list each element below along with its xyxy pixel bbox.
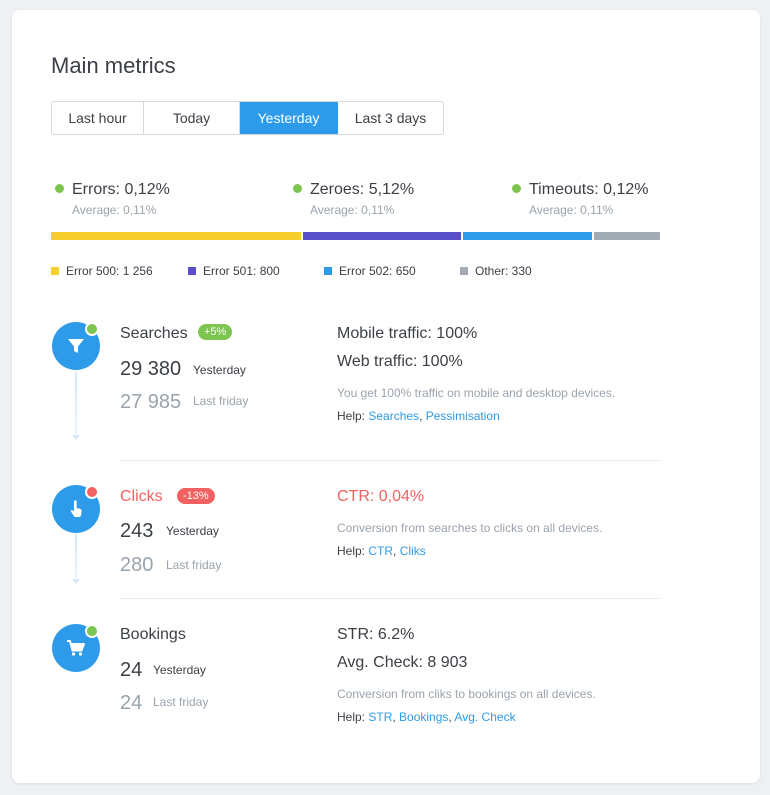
hand-pointer-icon xyxy=(70,500,82,517)
filter-icon xyxy=(68,339,84,353)
bar-segment-error-501 xyxy=(302,232,462,240)
legend-swatch xyxy=(51,267,59,275)
bookings-previous-label: Last friday xyxy=(153,695,209,709)
time-range-tabs: Last hour Today Yesterday Last 3 days xyxy=(51,101,444,135)
help-link-ctr[interactable]: CTR xyxy=(368,544,393,558)
flow-connector xyxy=(75,534,77,578)
searches-status-dot xyxy=(85,322,99,336)
flow-connector xyxy=(75,372,77,434)
kpi-label: Zeroes: 5,12% xyxy=(310,181,415,198)
legend-error-501: Error 501: 800 xyxy=(188,264,280,278)
help-link-pessimisation[interactable]: Pessimisation xyxy=(426,409,500,423)
bookings-description: Conversion from cliks to bookings on all… xyxy=(337,687,596,701)
tab-last-3-days[interactable]: Last 3 days xyxy=(338,102,443,134)
kpi-label: Timeouts: 0,12% xyxy=(529,181,649,198)
kpi-label: Errors: 0,12% xyxy=(72,181,170,198)
kpi-average: Average: 0,11% xyxy=(72,203,157,217)
clicks-previous-value: 280 xyxy=(120,554,154,576)
avg-check-metric: Avg. Check: 8 903 xyxy=(337,654,468,671)
clicks-current-label: Yesterday xyxy=(166,524,219,538)
tab-last-hour[interactable]: Last hour xyxy=(52,102,144,134)
clicks-help: Help: CTR, Cliks xyxy=(337,544,426,558)
searches-help: Help: Searches, Pessimisation xyxy=(337,409,500,423)
help-label: Help: xyxy=(337,710,366,724)
legend-swatch xyxy=(188,267,196,275)
legend-label: Other: 330 xyxy=(475,264,532,278)
clicks-current-value: 243 xyxy=(120,520,154,542)
flow-arrow-icon xyxy=(72,435,80,440)
tab-yesterday[interactable]: Yesterday xyxy=(240,102,338,134)
mobile-traffic-metric: Mobile traffic: 100% xyxy=(337,325,478,342)
clicks-title: Clicks xyxy=(120,488,163,505)
help-link-cliks[interactable]: Cliks xyxy=(400,544,426,558)
help-link-searches[interactable]: Searches xyxy=(368,409,419,423)
ctr-metric: CTR: 0,04% xyxy=(337,488,425,505)
section-divider xyxy=(120,598,660,599)
searches-current-label: Yesterday xyxy=(193,363,246,377)
bookings-title: Bookings xyxy=(120,626,186,643)
clicks-change-badge: -13% xyxy=(177,488,215,504)
cart-icon xyxy=(67,640,85,656)
tab-today[interactable]: Today xyxy=(144,102,240,134)
legend-swatch xyxy=(324,267,332,275)
bookings-current-label: Yesterday xyxy=(153,663,206,677)
searches-current-value: 29 380 xyxy=(120,358,182,380)
legend-label: Error 500: 1 256 xyxy=(66,264,153,278)
flow-arrow-icon xyxy=(72,579,80,584)
kpi-average: Average: 0,11% xyxy=(310,203,395,217)
clicks-status-dot xyxy=(85,485,99,499)
page-title: Main metrics xyxy=(51,53,176,78)
bar-segment-error-500 xyxy=(51,232,301,240)
bar-segment-error-502 xyxy=(463,232,593,240)
legend-error-500: Error 500: 1 256 xyxy=(51,264,153,278)
bookings-help: Help: STR, Bookings, Avg. Check xyxy=(337,710,516,724)
bookings-status-dot xyxy=(85,624,99,638)
kpi-average: Average: 0,11% xyxy=(529,203,614,217)
web-traffic-metric: Web traffic: 100% xyxy=(337,353,463,370)
help-label: Help: xyxy=(337,409,366,423)
bookings-current-value: 24 xyxy=(120,659,143,681)
status-dot xyxy=(293,184,302,193)
clicks-description: Conversion from searches to clicks on al… xyxy=(337,521,603,535)
status-dot xyxy=(55,184,64,193)
bar-segment-other xyxy=(594,232,660,240)
legend-label: Error 502: 650 xyxy=(339,264,416,278)
help-label: Help: xyxy=(337,544,366,558)
searches-change-badge: +5% xyxy=(198,324,233,340)
legend-other: Other: 330 xyxy=(460,264,532,278)
str-metric: STR: 6.2% xyxy=(337,626,415,643)
searches-previous-label: Last friday xyxy=(193,394,249,408)
legend-error-502: Error 502: 650 xyxy=(324,264,416,278)
searches-description: You get 100% traffic on mobile and deskt… xyxy=(337,386,616,400)
searches-title: Searches xyxy=(120,325,188,342)
error-distribution-bar xyxy=(51,232,660,240)
legend-label: Error 501: 800 xyxy=(203,264,280,278)
legend-swatch xyxy=(460,267,468,275)
bookings-previous-value: 24 xyxy=(120,692,143,714)
help-link-str[interactable]: STR xyxy=(368,710,392,724)
status-dot xyxy=(512,184,521,193)
clicks-previous-label: Last friday xyxy=(166,558,222,572)
help-link-avg-check[interactable]: Avg. Check xyxy=(454,710,515,724)
section-divider xyxy=(120,460,660,461)
searches-previous-value: 27 985 xyxy=(120,391,182,413)
help-link-bookings[interactable]: Bookings xyxy=(399,710,448,724)
